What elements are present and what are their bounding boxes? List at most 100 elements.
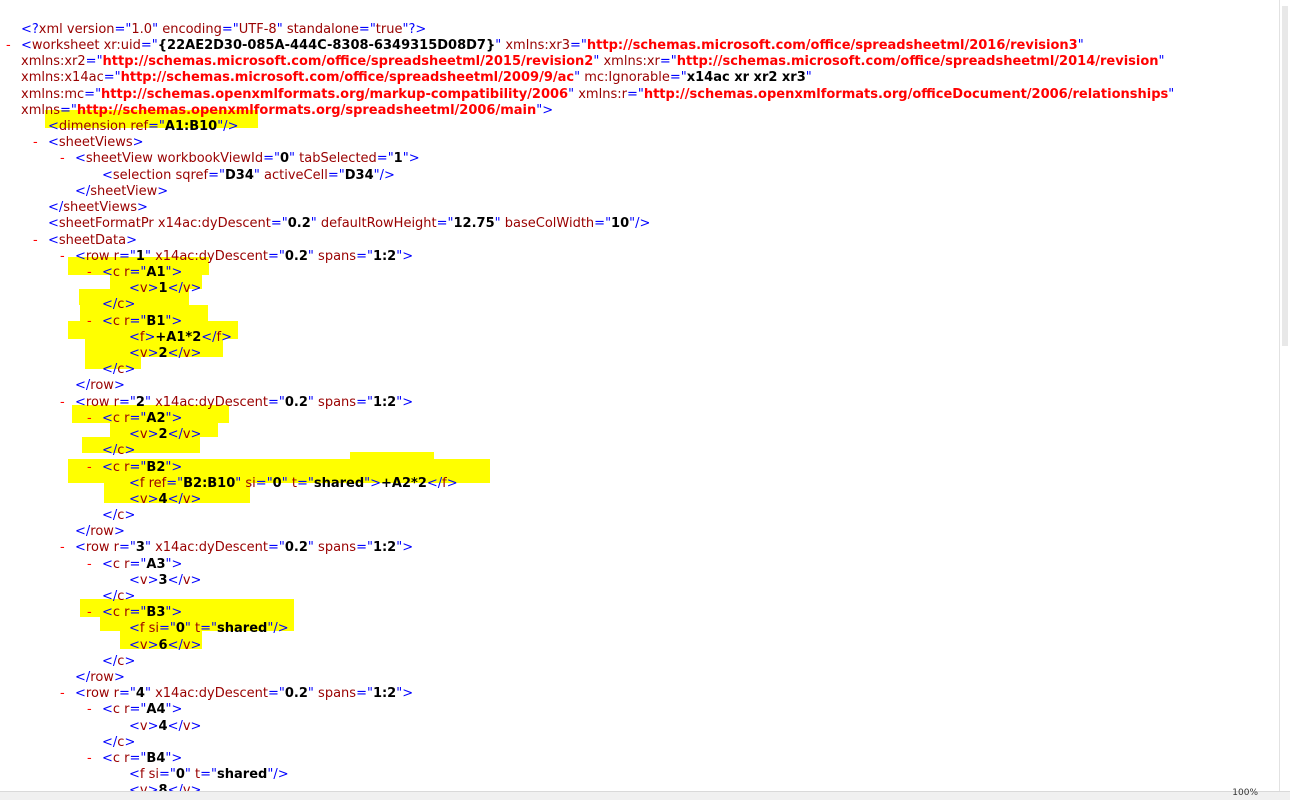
xml-token: ="	[84, 87, 102, 102]
scrollbar-thumb[interactable]	[1282, 6, 1288, 346]
xml-token: v	[182, 346, 191, 361]
vertical-scrollbar[interactable]	[1279, 0, 1290, 800]
xml-token: </	[102, 654, 118, 669]
xml-token: ="	[119, 395, 136, 410]
collapse-toggle[interactable]: -	[60, 686, 65, 702]
xml-line: xmlns:xr2="http://schemas.microsoft.com/…	[21, 54, 1165, 70]
collapse-toggle[interactable]: -	[60, 249, 65, 265]
xml-token: >	[147, 492, 159, 507]
xml-token: >	[113, 670, 125, 685]
xml-token: <?	[21, 22, 39, 37]
xml-token: c r	[112, 411, 130, 426]
xml-token: 1	[135, 249, 145, 264]
xml-token: v	[139, 346, 148, 361]
xml-token: >	[137, 200, 148, 215]
xml-token: v	[139, 719, 148, 734]
xml-token: ="	[358, 22, 376, 37]
collapse-toggle[interactable]: -	[6, 38, 11, 54]
xml-token: defaultRowHeight	[320, 216, 437, 231]
xml-token: >	[124, 362, 136, 377]
xml-token: spans	[318, 540, 357, 555]
xml-token: ">	[396, 540, 414, 555]
xml-token: v	[139, 638, 148, 653]
xml-token: </	[167, 281, 183, 296]
xml-token: 2	[158, 346, 168, 361]
collapse-toggle[interactable]: -	[60, 151, 65, 167]
xml-token: UTF-8	[238, 22, 277, 37]
collapse-toggle[interactable]: -	[87, 605, 92, 621]
xml-token: "	[574, 70, 585, 85]
xml-token: </	[75, 378, 91, 393]
xml-token: ">	[165, 314, 183, 329]
xml-line: <dimension ref="A1:B10"/>	[48, 119, 238, 135]
xml-token: <	[48, 216, 59, 231]
xml-token: 4	[135, 686, 145, 701]
xml-token: ="	[59, 103, 77, 118]
collapse-toggle[interactable]: -	[87, 314, 92, 330]
xml-token: "/>	[267, 621, 289, 636]
zoom-level[interactable]: 100%	[1232, 788, 1258, 798]
xml-token: </	[75, 670, 91, 685]
xml-token: <	[129, 476, 140, 491]
xml-line: <v>1</v>	[129, 281, 201, 297]
xml-token: "	[184, 621, 196, 636]
xml-token: +A2*2	[381, 476, 427, 491]
xml-token: <	[129, 719, 140, 734]
xml-token: c r	[112, 460, 130, 475]
xml-token: 0.2	[287, 216, 311, 231]
xml-token: ="	[159, 621, 176, 636]
xml-token: >	[221, 330, 232, 345]
xml-token: <	[48, 119, 59, 134]
xml-line: <v>3</v>	[129, 573, 201, 589]
xml-token: "	[593, 54, 604, 69]
xml-token: <	[21, 38, 32, 53]
xml-token: <	[75, 249, 86, 264]
xml-token: v	[182, 638, 191, 653]
xml-token: "	[235, 476, 246, 491]
collapse-toggle[interactable]: -	[60, 540, 65, 556]
collapse-toggle[interactable]: -	[87, 751, 92, 767]
xml-token: mc:Ignorable	[584, 70, 670, 85]
xml-token: </	[75, 524, 91, 539]
xml-token: v	[182, 492, 191, 507]
xml-line: <c r="A1">	[102, 265, 182, 281]
xml-token: ">	[165, 460, 183, 475]
xml-token: 4	[158, 719, 168, 734]
xml-token: "	[310, 216, 321, 231]
xml-token: ">	[402, 151, 420, 166]
xml-token: http://schemas.microsoft.com/office/spre…	[676, 54, 1159, 69]
collapse-toggle[interactable]: -	[33, 233, 38, 249]
xml-line: <selection sqref="D34" activeCell="D34"/…	[102, 168, 395, 184]
xml-token: 2	[135, 395, 145, 410]
collapse-toggle[interactable]: -	[87, 265, 92, 281]
xml-token: </	[167, 346, 183, 361]
xml-token: >	[147, 638, 159, 653]
xml-token: ="	[129, 460, 147, 475]
xml-token: v	[139, 492, 148, 507]
xml-token: "	[276, 22, 287, 37]
xml-token: >	[147, 346, 159, 361]
xml-token: ="	[296, 476, 314, 491]
xml-token: xmlns:xr	[603, 54, 660, 69]
collapse-toggle[interactable]: -	[87, 411, 92, 427]
collapse-toggle[interactable]: -	[87, 702, 92, 718]
collapse-toggle[interactable]: -	[60, 395, 65, 411]
xml-token: <	[129, 638, 140, 653]
xml-token: ">	[396, 249, 414, 264]
xml-token: ="	[570, 38, 587, 53]
xml-token: >	[124, 508, 136, 523]
collapse-toggle[interactable]: -	[33, 135, 38, 151]
xml-token: 0	[279, 151, 289, 166]
xml-token: <	[102, 605, 113, 620]
xml-token: ">	[165, 702, 183, 717]
xml-token: ="	[436, 216, 454, 231]
collapse-toggle[interactable]: -	[87, 557, 92, 573]
xml-token: ="	[255, 476, 273, 491]
xml-token: x14ac:dyDescent	[155, 395, 269, 410]
xml-token: >	[147, 281, 159, 296]
collapse-toggle[interactable]: -	[87, 460, 92, 476]
xml-token: <	[129, 281, 140, 296]
xml-line: </c>	[102, 362, 135, 378]
xml-token: >	[124, 443, 136, 458]
xml-token: ">	[165, 411, 183, 426]
